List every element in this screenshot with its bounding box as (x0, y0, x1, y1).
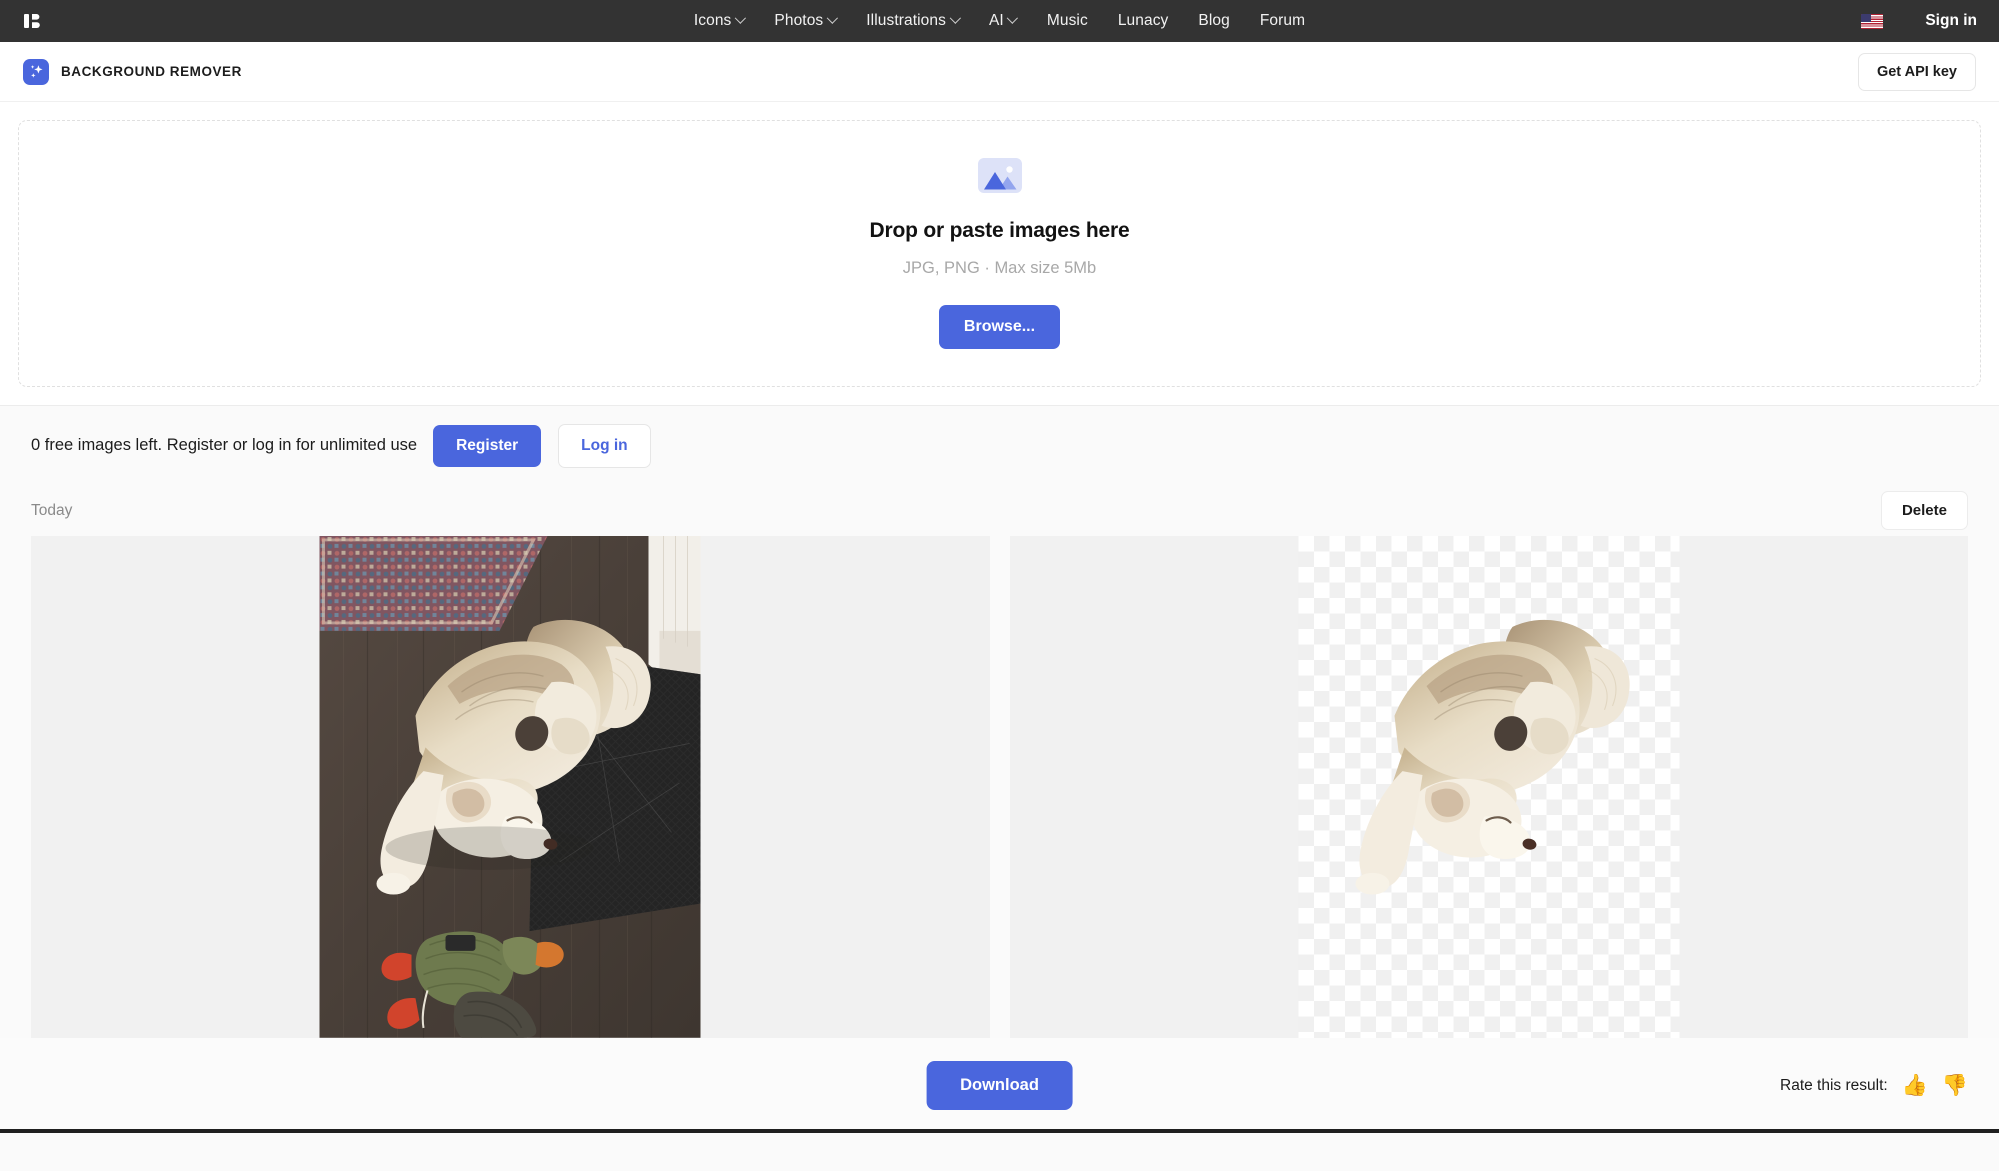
primary-nav: Icons Photos Illustrations AI Music Luna… (694, 12, 1305, 30)
browse-button[interactable]: Browse... (939, 305, 1060, 349)
nav-item-forum[interactable]: Forum (1260, 12, 1305, 30)
nav-item-label: Icons (694, 12, 732, 30)
dropzone-subtitle: JPG, PNG · Max size 5Mb (903, 259, 1096, 278)
original-photo (320, 536, 701, 1038)
sign-in-link[interactable]: Sign in (1925, 12, 1977, 30)
quota-text: 0 free images left. Register or log in f… (31, 436, 417, 455)
flag-canton (1861, 14, 1871, 22)
app-header: BACKGROUND REMOVER Get API key (0, 42, 1999, 102)
navbar-right-group: Sign in (1861, 12, 1977, 30)
history-section: 0 free images left. Register or log in f… (0, 405, 1999, 1133)
result-photo (1298, 536, 1679, 1038)
rating-group: Rate this result: 👍 👎 (1780, 1075, 1968, 1096)
nav-item-music[interactable]: Music (1047, 12, 1088, 30)
global-navbar: Icons Photos Illustrations AI Music Luna… (0, 0, 1999, 42)
chevron-down-icon (735, 13, 746, 24)
dropzone-title: Drop or paste images here (870, 219, 1130, 243)
delete-button[interactable]: Delete (1881, 491, 1968, 530)
thumbs-up-icon[interactable]: 👍 (1902, 1075, 1928, 1096)
nav-item-label: Music (1047, 12, 1088, 30)
history-group-header: Today Delete (0, 485, 1999, 536)
us-flag-icon[interactable] (1861, 14, 1883, 29)
thumbs-down-icon[interactable]: 👎 (1942, 1075, 1968, 1096)
original-image-panel[interactable] (31, 536, 990, 1038)
nav-item-label: AI (989, 12, 1004, 30)
dropzone-wrapper: Drop or paste images here JPG, PNG · Max… (0, 102, 1999, 405)
login-button[interactable]: Log in (558, 424, 651, 468)
nav-item-label: Blog (1198, 12, 1229, 30)
nav-item-label: Lunacy (1118, 12, 1169, 30)
nav-item-illustrations[interactable]: Illustrations (866, 12, 959, 30)
icons8-logo-icon[interactable] (22, 11, 42, 31)
nav-item-icons[interactable]: Icons (694, 12, 745, 30)
image-dropzone[interactable]: Drop or paste images here JPG, PNG · Max… (18, 120, 1981, 387)
nav-item-label: Illustrations (866, 12, 946, 30)
nav-item-label: Forum (1260, 12, 1305, 30)
result-actions-bar: Download Rate this result: 👍 👎 (0, 1038, 1999, 1133)
chevron-down-icon (949, 13, 960, 24)
window-bottom-edge (0, 1129, 1999, 1133)
nav-item-ai[interactable]: AI (989, 12, 1017, 30)
nav-item-lunacy[interactable]: Lunacy (1118, 12, 1169, 30)
nav-item-photos[interactable]: Photos (774, 12, 836, 30)
nav-item-blog[interactable]: Blog (1198, 12, 1229, 30)
sparkle-icon (23, 59, 49, 85)
history-group-label: Today (31, 502, 72, 520)
page-title: BACKGROUND REMOVER (61, 64, 242, 79)
chevron-down-icon (827, 13, 838, 24)
image-placeholder-icon (978, 158, 1022, 193)
result-image-panel[interactable] (1010, 536, 1969, 1038)
register-button[interactable]: Register (433, 425, 541, 467)
get-api-key-button[interactable]: Get API key (1858, 53, 1976, 91)
download-button[interactable]: Download (926, 1061, 1073, 1110)
rating-label: Rate this result: (1780, 1077, 1888, 1095)
quota-bar: 0 free images left. Register or log in f… (0, 406, 1999, 485)
chevron-down-icon (1007, 13, 1018, 24)
nav-item-label: Photos (774, 12, 823, 30)
comparison-panels (0, 536, 1999, 1038)
